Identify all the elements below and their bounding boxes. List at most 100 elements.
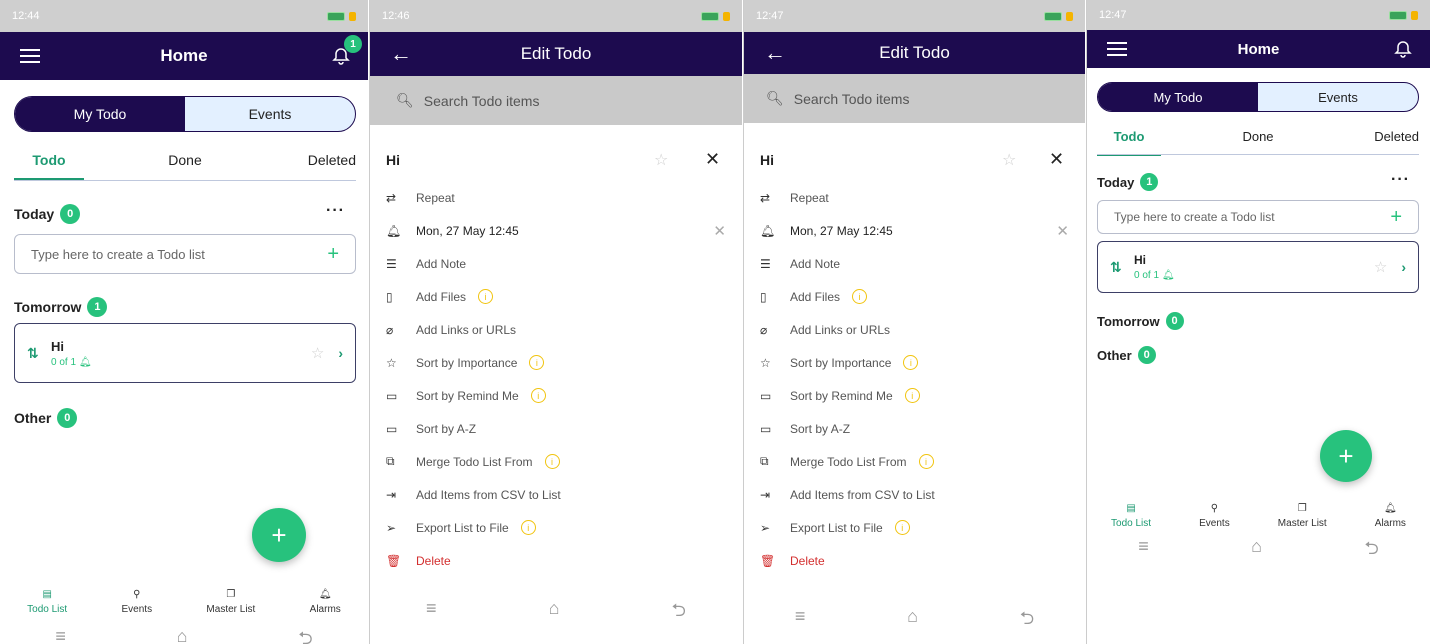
info-icon[interactable]: i bbox=[903, 355, 919, 370]
star-icon[interactable]: ☆ bbox=[311, 344, 324, 362]
segment-my-todo[interactable]: My Todo bbox=[15, 97, 185, 131]
recents-icon[interactable]: ≡ bbox=[426, 598, 437, 628]
menu-add-links[interactable]: ⌀ Add Links or URLs bbox=[760, 313, 1069, 346]
nav-todo-list[interactable]: ▤ Todo List bbox=[1111, 498, 1151, 530]
more-options-icon[interactable]: ··· bbox=[326, 202, 345, 220]
menu-add-files[interactable]: ▯ Add Files i bbox=[760, 280, 1069, 313]
close-icon[interactable]: ✕ bbox=[1049, 149, 1064, 170]
star-icon[interactable]: ☆ bbox=[1374, 258, 1387, 276]
add-icon[interactable]: + bbox=[1390, 207, 1402, 227]
todo-card[interactable]: ⇅ Hi 0 of 1 🔔︎ ☆ › bbox=[14, 323, 356, 383]
clear-reminder-icon[interactable]: ✕ bbox=[1056, 222, 1069, 240]
todo-card[interactable]: ⇅ Hi 0 of 1 🔔︎ ☆ › bbox=[1097, 241, 1419, 293]
back-arrow-icon[interactable]: ← bbox=[390, 43, 412, 65]
back-icon[interactable]: ⮌ bbox=[298, 626, 312, 644]
info-icon[interactable]: i bbox=[520, 520, 536, 535]
menu-merge[interactable]: ⧉ Merge Todo List From i bbox=[386, 445, 726, 478]
search-bar[interactable]: 🔍︎ Search Todo items bbox=[370, 76, 742, 125]
menu-import-csv[interactable]: ⇥ Add Items from CSV to List bbox=[386, 478, 726, 511]
nav-alarms[interactable]: 🔔︎ Alarms bbox=[310, 584, 341, 616]
home-icon[interactable]: ⌂ bbox=[1251, 536, 1262, 566]
new-todo-input[interactable]: Type here to create a Todo list + bbox=[1097, 200, 1419, 234]
info-icon[interactable]: i bbox=[852, 289, 868, 304]
close-icon[interactable]: ✕ bbox=[705, 149, 720, 170]
nav-alarms[interactable]: 🔔︎ Alarms bbox=[1375, 498, 1406, 530]
more-options-icon[interactable]: ··· bbox=[1391, 171, 1410, 189]
hamburger-icon bbox=[20, 49, 40, 63]
back-icon[interactable]: ⮌ bbox=[1020, 606, 1034, 636]
tab-todo[interactable]: Todo bbox=[14, 152, 84, 180]
clear-reminder-icon[interactable]: ✕ bbox=[713, 222, 726, 240]
sort-arrows-icon[interactable]: ⇅ bbox=[27, 345, 51, 362]
menu-sort-remind[interactable]: ▭ Sort by Remind Me i bbox=[760, 379, 1069, 412]
info-icon[interactable]: i bbox=[918, 454, 934, 469]
menu-sort-az[interactable]: ▭ Sort by A-Z bbox=[386, 412, 726, 445]
tab-done[interactable]: Done bbox=[1226, 129, 1290, 156]
segment-my-todo[interactable]: My Todo bbox=[1098, 83, 1258, 111]
page-title: Home bbox=[160, 46, 208, 65]
add-icon[interactable]: + bbox=[327, 244, 339, 264]
menu-sort-az[interactable]: ▭ Sort by A-Z bbox=[760, 412, 1069, 445]
info-icon[interactable]: i bbox=[530, 388, 546, 403]
tab-done[interactable]: Done bbox=[150, 152, 220, 180]
menu-export[interactable]: ➢ Export List to File i bbox=[386, 511, 726, 544]
nav-master-list[interactable]: ❐ Master List bbox=[206, 584, 255, 616]
menu-reminder[interactable]: 🔔︎ Mon, 27 May 12:45 ✕ bbox=[760, 214, 1069, 247]
chevron-right-icon[interactable]: › bbox=[1401, 259, 1406, 275]
menu-sort-importance[interactable]: ☆ Sort by Importance i bbox=[386, 346, 726, 379]
nav-todo-list[interactable]: ▤ Todo List bbox=[27, 584, 67, 616]
new-todo-input[interactable]: Type here to create a Todo list + bbox=[14, 234, 356, 274]
info-icon[interactable]: i bbox=[478, 289, 494, 304]
search-icon: 🔍︎ bbox=[766, 90, 784, 106]
segment-events[interactable]: Events bbox=[1258, 83, 1418, 111]
info-icon[interactable]: i bbox=[904, 388, 920, 403]
tab-todo[interactable]: Todo bbox=[1097, 129, 1161, 156]
info-icon[interactable]: i bbox=[894, 520, 910, 535]
menu-import-csv[interactable]: ⇥ Add Items from CSV to List bbox=[760, 478, 1069, 511]
info-icon[interactable]: i bbox=[529, 355, 545, 370]
menu-button[interactable] bbox=[1107, 42, 1127, 56]
back-icon[interactable]: ⮌ bbox=[672, 598, 686, 628]
menu-add-note[interactable]: ☰ Add Note bbox=[386, 247, 726, 280]
menu-reminder[interactable]: 🔔︎ Mon, 27 May 12:45 ✕ bbox=[386, 214, 726, 247]
star-icon[interactable]: ☆ bbox=[654, 150, 668, 170]
search-bar[interactable]: 🔍︎ Search Todo items bbox=[744, 74, 1085, 123]
back-arrow-icon[interactable]: ← bbox=[764, 42, 786, 64]
home-icon[interactable]: ⌂ bbox=[177, 626, 188, 644]
recents-icon[interactable]: ≡ bbox=[55, 626, 66, 644]
info-icon[interactable]: i bbox=[544, 454, 560, 469]
section-other: Other 0 bbox=[14, 408, 78, 428]
star-icon: ☆ bbox=[760, 355, 771, 370]
add-fab-button[interactable]: + bbox=[252, 508, 306, 562]
menu-merge[interactable]: ⧉ Merge Todo List From i bbox=[760, 445, 1069, 478]
menu-repeat[interactable]: ⇄ Repeat bbox=[386, 181, 726, 214]
menu-repeat[interactable]: ⇄ Repeat bbox=[760, 181, 1069, 214]
nav-master-list[interactable]: ❐ Master List bbox=[1278, 498, 1327, 530]
notifications-button[interactable]: 1 bbox=[332, 35, 362, 65]
nav-events[interactable]: ⚲ Events bbox=[122, 584, 153, 616]
tab-deleted[interactable]: Deleted bbox=[1355, 129, 1419, 156]
sort-arrows-icon[interactable]: ⇅ bbox=[1110, 259, 1134, 276]
segment-events[interactable]: Events bbox=[185, 97, 355, 131]
add-fab-button[interactable]: + bbox=[1320, 430, 1372, 482]
menu-delete[interactable]: 🗑︎ Delete bbox=[386, 544, 726, 577]
recents-icon[interactable]: ≡ bbox=[1138, 536, 1149, 566]
menu-export[interactable]: ➢ Export List to File i bbox=[760, 511, 1069, 544]
back-icon[interactable]: ⮌ bbox=[1364, 536, 1378, 566]
todo-name: Hi bbox=[1134, 253, 1146, 267]
tab-deleted[interactable]: Deleted bbox=[286, 152, 356, 180]
chevron-right-icon[interactable]: › bbox=[338, 345, 343, 361]
menu-sort-remind[interactable]: ▭ Sort by Remind Me i bbox=[386, 379, 726, 412]
menu-add-links[interactable]: ⌀ Add Links or URLs bbox=[386, 313, 726, 346]
menu-button[interactable] bbox=[20, 49, 40, 63]
nav-events[interactable]: ⚲ Events bbox=[1199, 498, 1230, 530]
menu-delete[interactable]: 🗑︎ Delete bbox=[760, 544, 1069, 577]
recents-icon[interactable]: ≡ bbox=[795, 606, 806, 636]
home-icon[interactable]: ⌂ bbox=[549, 598, 560, 628]
menu-sort-importance[interactable]: ☆ Sort by Importance i bbox=[760, 346, 1069, 379]
menu-add-files[interactable]: ▯ Add Files i bbox=[386, 280, 726, 313]
notifications-button[interactable] bbox=[1394, 40, 1412, 58]
star-icon[interactable]: ☆ bbox=[1002, 150, 1016, 170]
home-icon[interactable]: ⌂ bbox=[907, 606, 918, 636]
menu-add-note[interactable]: ☰ Add Note bbox=[760, 247, 1069, 280]
